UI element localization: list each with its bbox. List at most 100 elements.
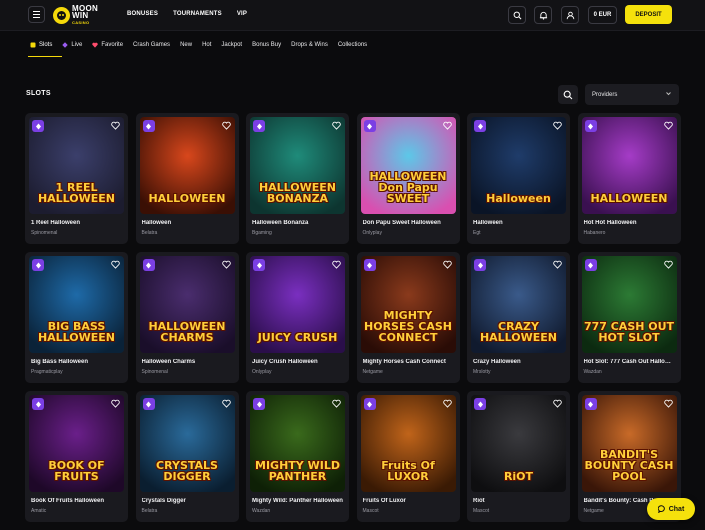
game-card[interactable]: 1 REEL HALLOWEEN 1 Reel Halloween Spinomen… xyxy=(25,113,128,244)
game-provider: Egt xyxy=(473,230,481,236)
nav-tournaments[interactable]: TOURNAMENTS xyxy=(173,11,222,17)
game-card[interactable]: Halloween Halloween Egt xyxy=(467,113,570,244)
game-card[interactable]: 777 CASH OUT HOT SLOT Hot Slot: 777 Cash … xyxy=(577,252,681,383)
search-icon[interactable] xyxy=(508,6,526,24)
game-name[interactable]: Halloween Charms xyxy=(142,359,234,365)
game-card[interactable]: JUICY CRUSH Juicy Crush Halloween Onlyplay xyxy=(246,252,349,383)
game-card[interactable]: MIGHTY WILD PANTHER Mighty Wild: Panther … xyxy=(246,391,349,522)
heart-icon[interactable] xyxy=(663,398,674,409)
heart-icon[interactable] xyxy=(442,120,453,131)
game-thumbnail[interactable]: HALLOWEEN BONANZA xyxy=(250,117,345,214)
game-name[interactable]: Hot Slot: 777 Cash Out Halloween xyxy=(584,359,676,365)
game-name[interactable]: Juicy Crush Halloween xyxy=(252,359,344,365)
game-name[interactable]: Halloween xyxy=(142,220,234,226)
game-thumbnail[interactable]: HALLOWEEN xyxy=(581,117,677,214)
logo[interactable]: MOON WIN CASINO xyxy=(53,4,98,25)
game-name[interactable]: Riot xyxy=(473,498,565,504)
heart-icon[interactable] xyxy=(110,120,121,131)
game-name[interactable]: Mighty Wild: Panther Halloween xyxy=(252,498,344,504)
heart-icon[interactable] xyxy=(663,120,674,131)
tab-new[interactable]: New xyxy=(179,39,193,51)
tab-jackpot[interactable]: Jackpot xyxy=(220,39,243,51)
game-thumbnail[interactable]: BANDIT'S BOUNTY CASH POOL xyxy=(581,395,677,492)
nav-bonuses[interactable]: BONUSES xyxy=(127,11,158,17)
game-name[interactable]: Halloween Bonanza xyxy=(252,220,344,226)
user-icon[interactable] xyxy=(561,6,579,24)
game-card[interactable]: MIGHTY HORSES CASH CONNECT Mighty Horses … xyxy=(356,252,460,383)
game-art xyxy=(139,256,235,353)
heart-icon[interactable] xyxy=(221,398,232,409)
game-thumbnail[interactable]: 777 CASH OUT HOT SLOT xyxy=(581,256,677,353)
game-thumbnail[interactable]: RiOT xyxy=(471,395,566,492)
game-thumbnail[interactable]: HALLOWEEN xyxy=(139,117,235,214)
tab-favorite[interactable]: Favorite xyxy=(91,39,124,51)
game-card[interactable]: BOOK OF FRUITS Book Of Fruits Halloween Am… xyxy=(25,391,128,522)
menu-icon[interactable] xyxy=(28,6,45,23)
game-provider: Spinomenal xyxy=(141,369,168,375)
game-thumbnail[interactable]: HALLOWEEN Don Papu SWEET xyxy=(360,117,456,214)
game-name[interactable]: Big Bass Halloween xyxy=(31,359,123,365)
game-search-button[interactable] xyxy=(558,85,578,104)
game-thumbnail[interactable]: BIG BASS HALLOWEEN xyxy=(29,256,124,353)
heart-icon[interactable] xyxy=(331,398,342,409)
game-card[interactable]: CRYSTALS DIGGER Crystals Digger Belatra xyxy=(135,391,239,522)
tab-slots[interactable]: Slots xyxy=(29,39,53,51)
heart-icon[interactable] xyxy=(331,259,342,270)
game-art xyxy=(139,117,235,214)
game-card[interactable]: CRAZY HALLOWEEN Crazy Halloween Mrslotty xyxy=(467,252,570,383)
heart-icon[interactable] xyxy=(663,259,674,270)
game-thumbnail[interactable]: CRYSTALS DIGGER xyxy=(139,395,235,492)
game-thumbnail[interactable]: MIGHTY HORSES CASH CONNECT xyxy=(360,256,456,353)
deposit-button[interactable]: DEPOSIT xyxy=(625,5,672,24)
game-thumbnail[interactable]: Fruits Of LUXOR xyxy=(360,395,456,492)
nav-vip[interactable]: VIP xyxy=(237,11,247,17)
heart-icon[interactable] xyxy=(221,120,232,131)
game-thumbnail[interactable]: Halloween xyxy=(471,117,566,214)
game-name[interactable]: 1 Reel Halloween xyxy=(31,220,123,226)
game-card[interactable]: HALLOWEEN Don Papu SWEET Don Papu Sweet H… xyxy=(356,113,460,244)
tab-bonus-buy[interactable]: Bonus Buy xyxy=(251,39,282,51)
game-provider: Pragmaticplay xyxy=(31,369,63,375)
game-thumbnail[interactable]: JUICY CRUSH xyxy=(250,256,345,353)
balance-display[interactable]: 0 EUR xyxy=(588,6,617,24)
game-thumbnail[interactable]: HALLOWEEN CHARMS xyxy=(139,256,235,353)
game-name[interactable]: Halloween xyxy=(473,220,565,226)
tab-crash-games[interactable]: Crash Games xyxy=(132,39,171,51)
heart-icon[interactable] xyxy=(552,398,563,409)
game-name[interactable]: Hot Hot Halloween xyxy=(584,220,676,226)
heart-icon[interactable] xyxy=(442,398,453,409)
game-name[interactable]: Book Of Fruits Halloween xyxy=(31,498,123,504)
game-thumbnail[interactable]: 1 REEL HALLOWEEN xyxy=(29,117,124,214)
game-name[interactable]: Crazy Halloween xyxy=(473,359,565,365)
game-thumbnail[interactable]: CRAZY HALLOWEEN xyxy=(471,256,566,353)
game-provider: Mascot xyxy=(473,508,490,514)
game-card[interactable]: HALLOWEEN Halloween Belatra xyxy=(135,113,239,244)
tab-hot[interactable]: Hot xyxy=(201,39,212,51)
game-thumbnail[interactable]: BOOK OF FRUITS xyxy=(29,395,124,492)
heart-icon[interactable] xyxy=(552,120,563,131)
game-card[interactable]: HALLOWEEN CHARMS Halloween Charms Spinomen… xyxy=(135,252,239,383)
game-card[interactable]: HALLOWEEN BONANZA Halloween Bonanza Bgamin… xyxy=(246,113,349,244)
tab-live[interactable]: Live xyxy=(61,39,83,51)
game-name[interactable]: Fruits Of Luxor xyxy=(363,498,455,504)
game-name[interactable]: Don Papu Sweet Halloween xyxy=(363,220,455,226)
heart-icon[interactable] xyxy=(110,398,121,409)
providers-dropdown[interactable]: Providers xyxy=(585,84,679,105)
game-name[interactable]: Crystals Digger xyxy=(142,498,234,504)
game-card[interactable]: BIG BASS HALLOWEEN Big Bass Halloween Prag… xyxy=(25,252,128,383)
game-card[interactable]: RiOT Riot Mascot xyxy=(467,391,570,522)
provider-badge-icon xyxy=(142,398,155,410)
heart-icon[interactable] xyxy=(552,259,563,270)
heart-icon[interactable] xyxy=(221,259,232,270)
game-card[interactable]: Fruits Of LUXOR Fruits Of Luxor Mascot xyxy=(356,391,460,522)
game-thumbnail[interactable]: MIGHTY WILD PANTHER xyxy=(250,395,345,492)
bell-icon[interactable] xyxy=(534,6,552,24)
heart-icon[interactable] xyxy=(110,259,121,270)
game-card[interactable]: HALLOWEEN Hot Hot Halloween Habanero xyxy=(577,113,681,244)
chat-button[interactable]: Chat xyxy=(647,498,695,520)
heart-icon[interactable] xyxy=(442,259,453,270)
tab-collections[interactable]: Collections xyxy=(337,39,368,51)
heart-icon[interactable] xyxy=(331,120,342,131)
game-name[interactable]: Mighty Horses Cash Connect xyxy=(363,359,455,365)
tab-drops-wins[interactable]: Drops & Wins xyxy=(290,39,329,51)
